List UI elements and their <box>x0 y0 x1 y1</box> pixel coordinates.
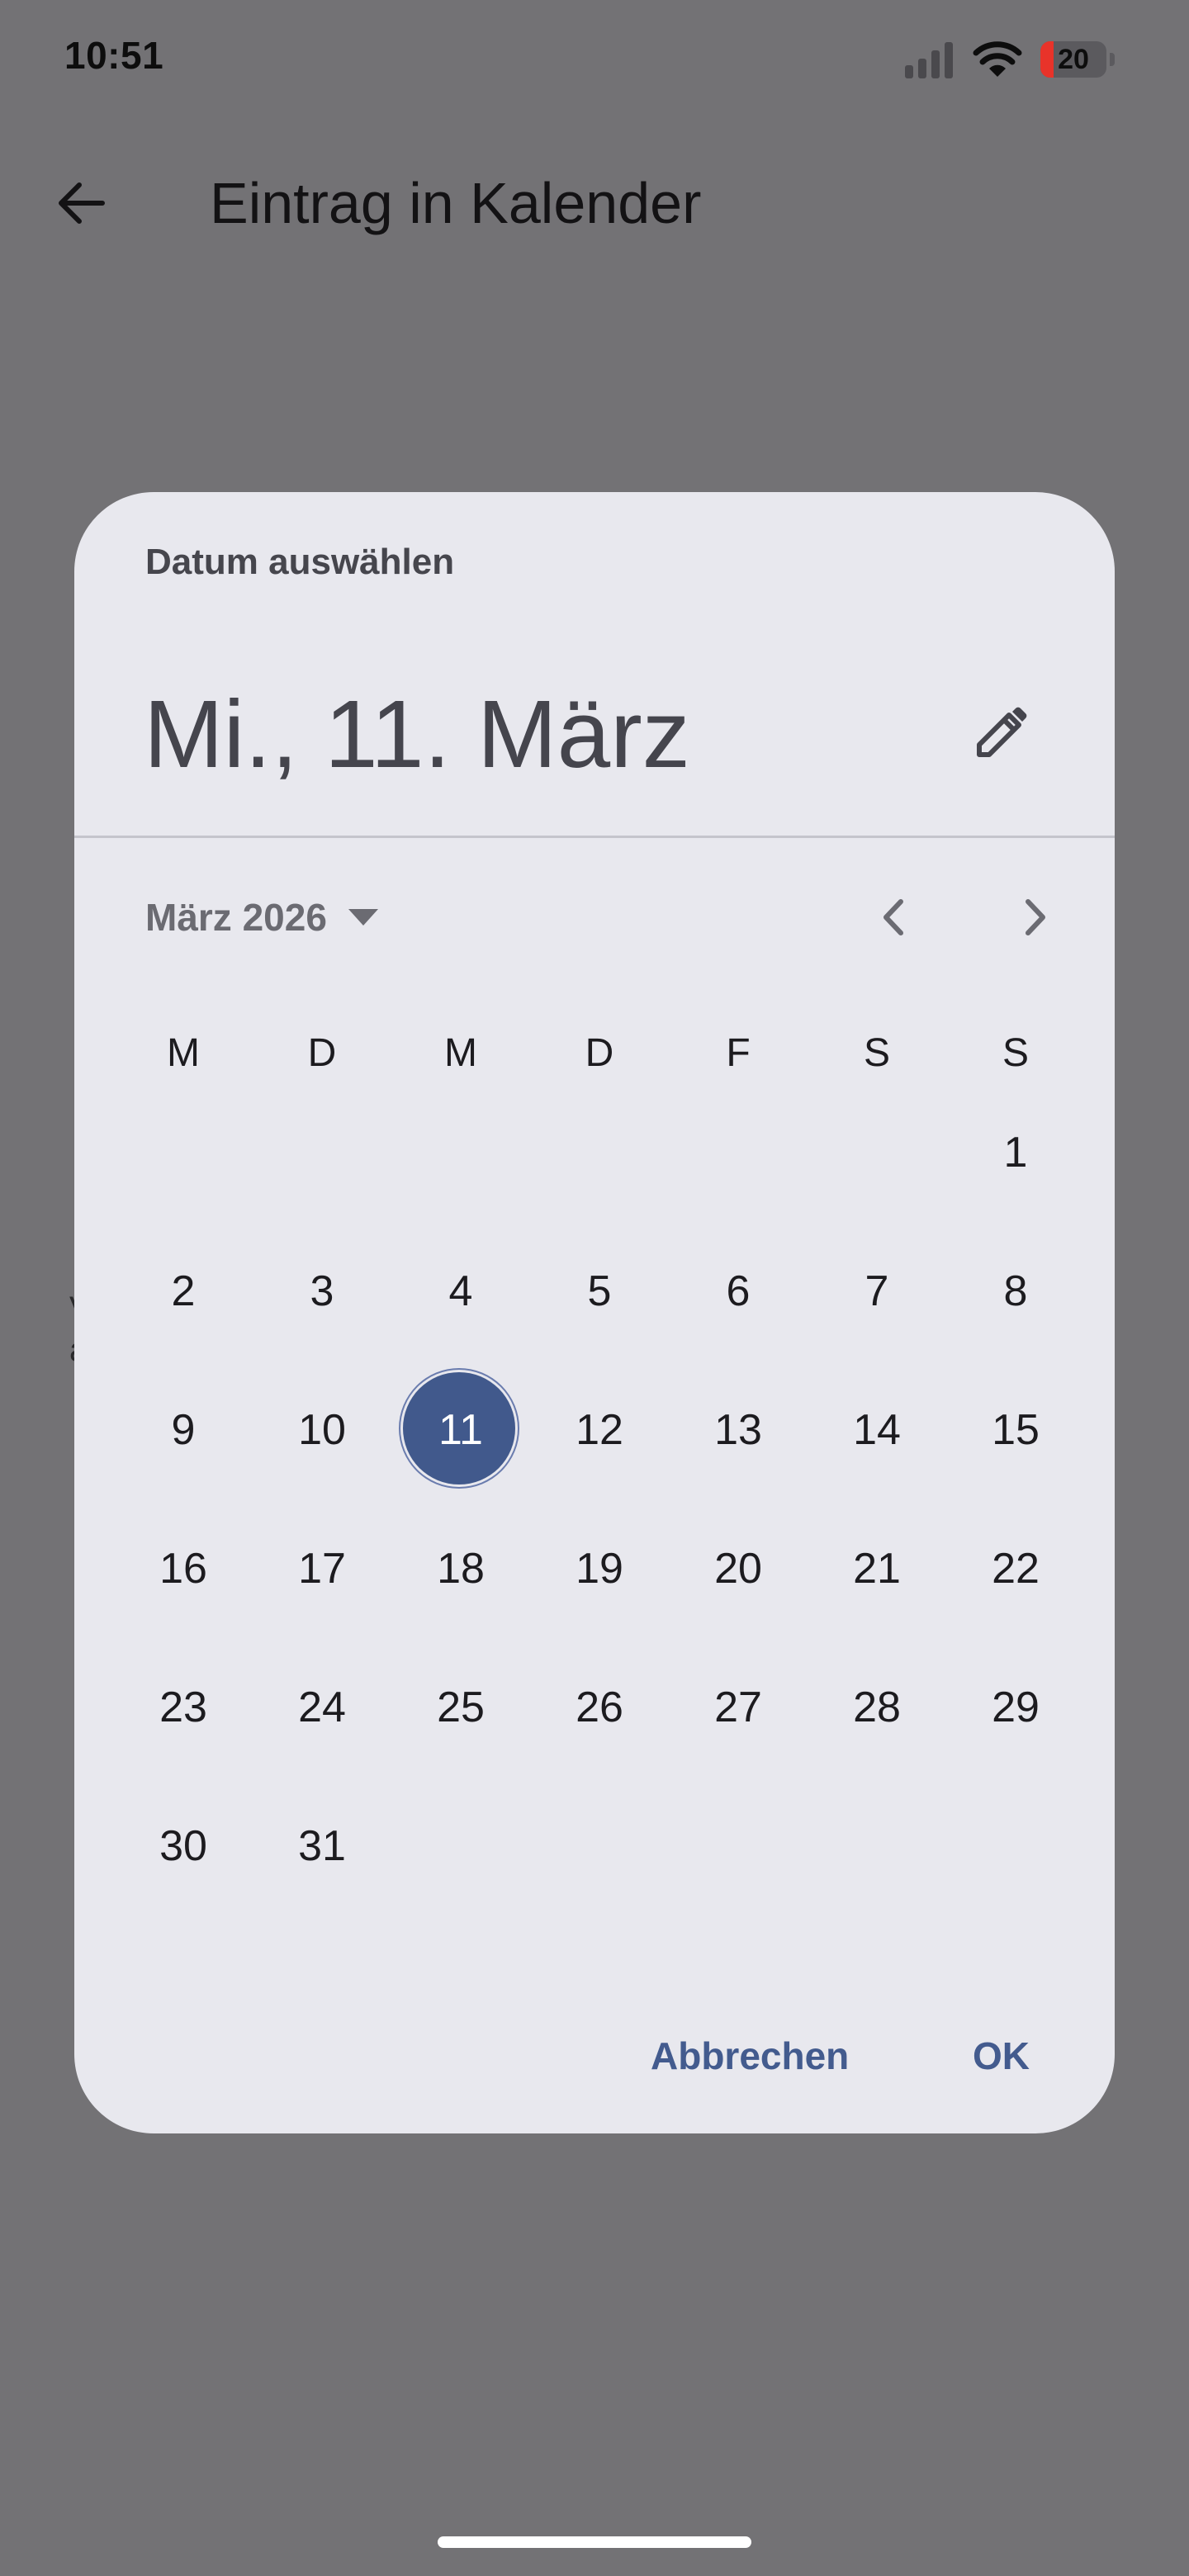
calendar-day[interactable]: 28 <box>808 1638 946 1777</box>
ok-button[interactable]: OK <box>973 2023 1030 2089</box>
battery-low-icon: 20 <box>1040 41 1115 78</box>
calendar-day[interactable]: 26 <box>530 1638 669 1777</box>
dialog-header-label: Datum auswählen <box>145 542 455 582</box>
edit-input-mode-button[interactable] <box>955 687 1047 779</box>
calendar-day-number: 23 <box>159 1683 207 1731</box>
calendar-day[interactable]: 5 <box>530 1222 669 1361</box>
calendar-day-number: 19 <box>576 1545 623 1593</box>
calendar-day-number: 6 <box>726 1267 751 1315</box>
calendar-day-number: 1 <box>1003 1129 1028 1177</box>
calendar-day[interactable]: 21 <box>808 1499 946 1638</box>
calendar-day[interactable]: 14 <box>808 1361 946 1499</box>
calendar-day[interactable]: 6 <box>669 1222 808 1361</box>
previous-month-button[interactable] <box>857 880 931 954</box>
pencil-icon <box>977 707 1027 757</box>
calendar-day[interactable]: 1 <box>946 1083 1085 1222</box>
calendar-day[interactable]: 22 <box>946 1499 1085 1638</box>
calendar-day-number: 20 <box>714 1545 762 1593</box>
weekday-label: M <box>444 1031 477 1075</box>
calendar-day[interactable]: 17 <box>253 1499 391 1638</box>
next-month-button[interactable] <box>997 880 1072 954</box>
status-time: 10:51 <box>64 34 164 77</box>
calendar-day-number: 31 <box>298 1822 346 1870</box>
calendar-day-number: 27 <box>714 1683 762 1731</box>
weekday-header-row: MDMDFSS <box>114 1020 1085 1087</box>
calendar-day-number: 17 <box>298 1545 346 1593</box>
calendar-day-number: 5 <box>587 1267 612 1315</box>
calendar-day-number: 29 <box>992 1683 1040 1731</box>
calendar-day[interactable]: 20 <box>669 1499 808 1638</box>
calendar-day-number: 9 <box>171 1406 196 1454</box>
calendar-day-number: 13 <box>714 1406 762 1454</box>
calendar-day[interactable]: 23 <box>114 1638 253 1777</box>
weekday-label: M <box>167 1031 200 1075</box>
calendar-day-number: 24 <box>298 1683 346 1731</box>
date-picker-dialog: Datum auswählen Mi., 11. März März 2026 … <box>74 492 1115 2133</box>
calendar-day-number: 14 <box>853 1406 901 1454</box>
app-bar: Eintrag in Kalender <box>0 140 1189 256</box>
calendar-day[interactable]: 7 <box>808 1222 946 1361</box>
calendar-day-number: 28 <box>853 1683 901 1731</box>
weekday-label: S <box>863 1031 890 1075</box>
calendar-day-selected[interactable]: 11 <box>391 1361 530 1499</box>
month-year-label: März 2026 <box>145 896 327 939</box>
chevron-left-icon <box>883 899 903 935</box>
weekday-label: S <box>1002 1031 1029 1075</box>
dialog-actions: Abbrechen OK <box>74 2023 1115 2089</box>
calendar-day-number: 12 <box>576 1406 623 1454</box>
calendar-day[interactable]: 31 <box>253 1777 391 1915</box>
status-bar: 10:51 20 <box>0 0 1189 116</box>
calendar-day[interactable]: 13 <box>669 1361 808 1499</box>
weekday-label: D <box>307 1031 337 1075</box>
calendar-day-number: 2 <box>171 1267 196 1315</box>
calendar-day[interactable]: 25 <box>391 1638 530 1777</box>
home-indicator[interactable] <box>438 2536 751 2548</box>
calendar-day-number: 15 <box>992 1406 1040 1454</box>
calendar-day-number: 22 <box>992 1545 1040 1593</box>
calendar-day-number: 4 <box>448 1267 473 1315</box>
calendar-day[interactable]: 4 <box>391 1222 530 1361</box>
calendar-day[interactable]: 10 <box>253 1361 391 1499</box>
triangle-down-icon <box>348 909 378 926</box>
calendar-day-number: 11 <box>438 1406 483 1454</box>
header-divider <box>74 836 1115 838</box>
wifi-icon <box>973 41 1022 77</box>
calendar-day-number: 26 <box>576 1683 623 1731</box>
weekday-label: F <box>726 1031 751 1075</box>
calendar-day[interactable]: 29 <box>946 1638 1085 1777</box>
month-year-selector[interactable]: März 2026 <box>145 888 380 946</box>
calendar-day[interactable]: 9 <box>114 1361 253 1499</box>
cellular-signal-icon <box>905 42 953 78</box>
weekday-label: D <box>585 1031 614 1075</box>
calendar-day[interactable]: 15 <box>946 1361 1085 1499</box>
calendar-day-number: 7 <box>865 1267 889 1315</box>
calendar-day[interactable]: 8 <box>946 1222 1085 1361</box>
calendar-day-number: 8 <box>1003 1267 1028 1315</box>
calendar-day-number: 21 <box>853 1545 901 1593</box>
calendar-day-number: 25 <box>437 1683 485 1731</box>
page-title: Eintrag in Kalender <box>210 171 702 235</box>
calendar-day-number: 10 <box>298 1406 346 1454</box>
calendar-day-number: 16 <box>159 1545 207 1593</box>
calendar-day-number: 18 <box>437 1545 485 1593</box>
cancel-button[interactable]: Abbrechen <box>651 2023 849 2089</box>
calendar-day[interactable]: 2 <box>114 1222 253 1361</box>
calendar-day-number: 3 <box>310 1267 334 1315</box>
calendar-day-number: 30 <box>159 1822 207 1870</box>
selected-date-headline: Mi., 11. März <box>144 680 690 788</box>
status-icons: 20 <box>903 36 1115 83</box>
calendar-day[interactable]: 12 <box>530 1361 669 1499</box>
calendar-day[interactable]: 30 <box>114 1777 253 1915</box>
calendar-day[interactable]: 16 <box>114 1499 253 1638</box>
back-button[interactable] <box>43 165 119 241</box>
calendar-day[interactable]: 19 <box>530 1499 669 1638</box>
calendar-day[interactable]: 3 <box>253 1222 391 1361</box>
calendar-day[interactable]: 18 <box>391 1499 530 1638</box>
calendar-day-grid: 1 2 3 4 5 6 7 8 9 10 11 12 13 14 15 16 17 18 19 20 21 22 23 24 2… <box>114 1083 1085 1915</box>
calendar-day[interactable]: 27 <box>669 1638 808 1777</box>
chevron-right-icon <box>1026 899 1045 935</box>
calendar-day[interactable]: 24 <box>253 1638 391 1777</box>
battery-level: 20 <box>1058 44 1089 75</box>
arrow-back-icon <box>59 182 105 224</box>
